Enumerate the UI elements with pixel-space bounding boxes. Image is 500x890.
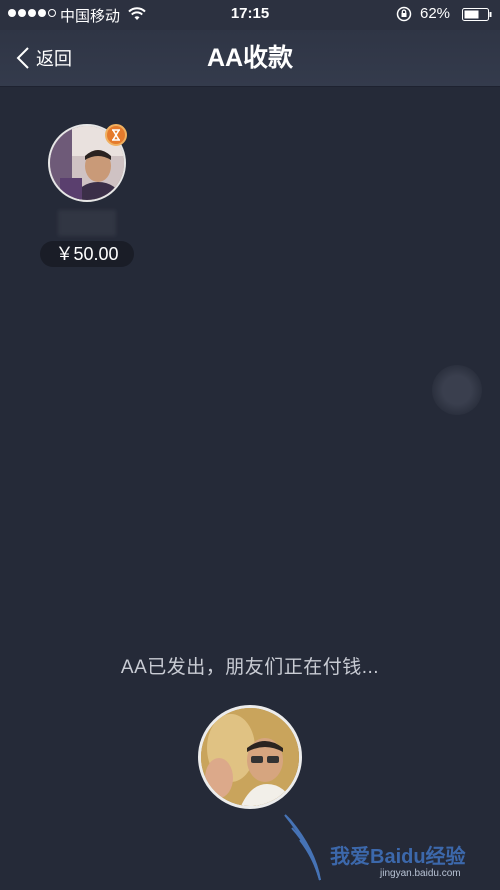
- status-message: AA已发出，朋友们正在付钱...: [120, 657, 380, 678]
- rotation-lock-icon: [396, 6, 412, 22]
- watermark-text: 我爱Baidu经验: [330, 846, 466, 868]
- hourglass-icon: [105, 124, 127, 146]
- status-bar: 中国移动 17:15 62%: [0, 0, 500, 30]
- battery-percent: 62%: [420, 5, 451, 22]
- user-avatar[interactable]: [198, 705, 302, 809]
- battery-icon: [462, 8, 492, 21]
- back-label: 返回: [36, 49, 72, 69]
- navigation-bar: 返回 AA收款: [0, 30, 500, 87]
- assistive-touch-button[interactable]: [432, 365, 482, 415]
- person-photo: [201, 708, 299, 806]
- watermark-url: jingyan.baidu.com: [380, 868, 461, 879]
- chevron-left-icon: [16, 47, 29, 69]
- page-title: AA收款: [206, 44, 294, 72]
- payer-name-redacted: [58, 210, 116, 236]
- back-button[interactable]: 返回: [16, 40, 72, 76]
- amount-badge: ￥50.00: [40, 241, 134, 267]
- baidu-jingyan-watermark: 我爱Baidu经验 jingyan.baidu.com: [280, 810, 495, 885]
